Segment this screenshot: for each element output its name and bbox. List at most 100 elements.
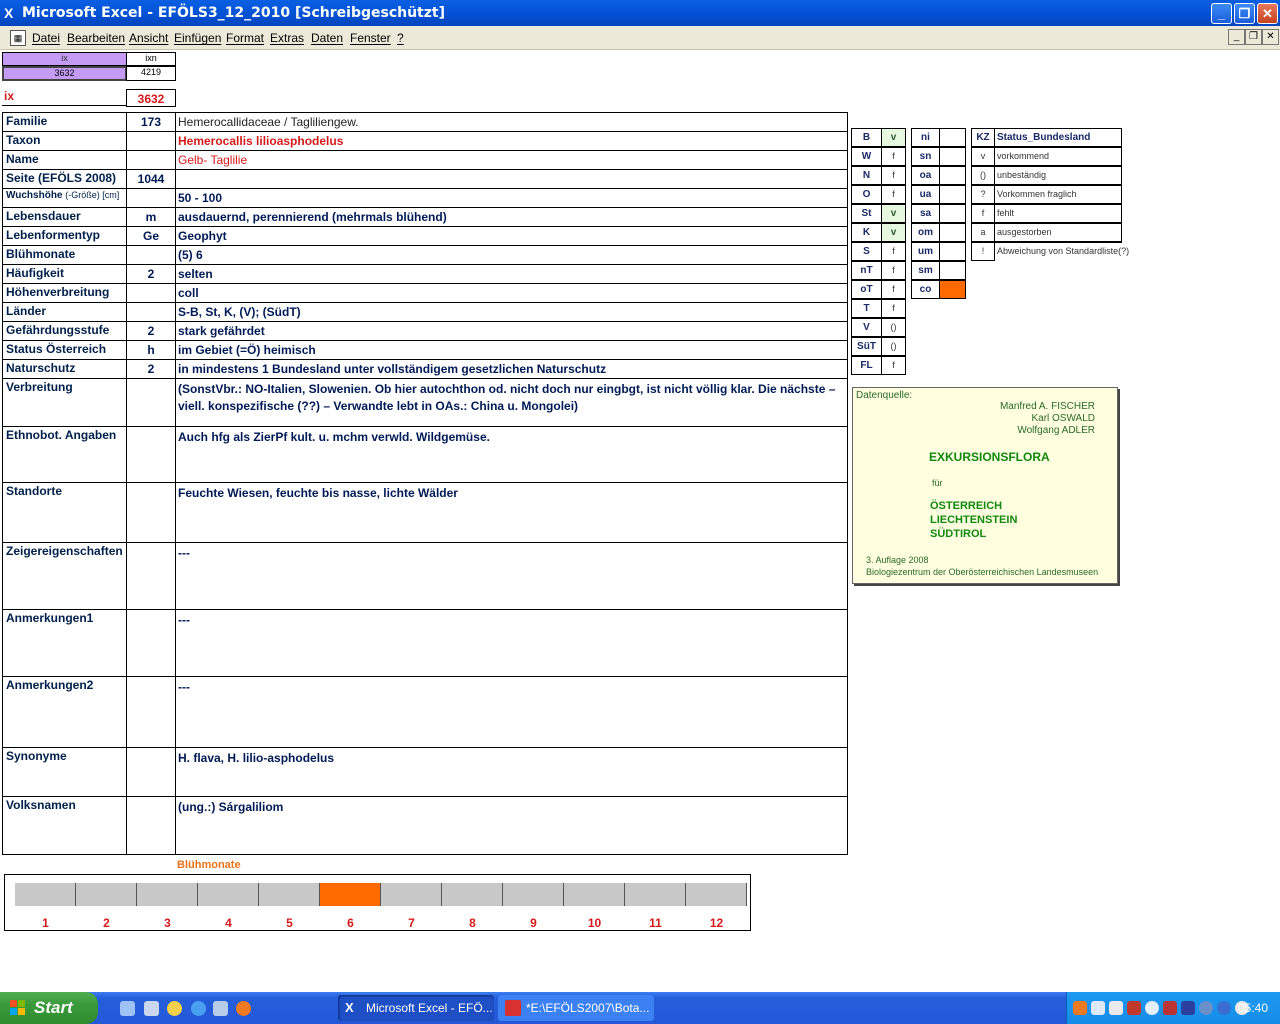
land-status[interactable]: v <box>881 204 906 223</box>
row-code[interactable] <box>126 426 176 483</box>
hoehe-value[interactable] <box>939 280 966 299</box>
row-value[interactable]: Feuchte Wiesen, feuchte bis nasse, licht… <box>175 482 848 543</box>
row-value[interactable]: Gelb- Taglilie <box>175 150 848 170</box>
land-code[interactable]: oT <box>851 280 882 299</box>
row-code[interactable] <box>126 609 176 677</box>
row-label[interactable]: Gefährdungsstufe <box>2 321 127 341</box>
hoehe-value[interactable] <box>939 185 966 204</box>
land-code[interactable]: S <box>851 242 882 261</box>
row-label[interactable]: Naturschutz <box>2 359 127 379</box>
land-code[interactable]: FL <box>851 356 882 375</box>
doc-restore-button[interactable]: ❐ <box>1245 29 1262 45</box>
row-code[interactable] <box>126 150 176 170</box>
menu-daten[interactable]: Daten <box>311 31 343 45</box>
land-code[interactable]: T <box>851 299 882 318</box>
menu-datei[interactable]: Datei <box>32 31 60 45</box>
row-label[interactable]: Länder <box>2 302 127 322</box>
tray-network-icon[interactable] <box>1091 1001 1105 1015</box>
row-label[interactable]: Verbreitung <box>2 378 127 427</box>
land-code[interactable]: O <box>851 185 882 204</box>
land-status[interactable]: () <box>881 337 906 356</box>
hoehe-value[interactable] <box>939 128 966 147</box>
hoehe-code[interactable]: um <box>911 242 940 261</box>
land-code[interactable]: B <box>851 128 882 147</box>
hoehe-code[interactable]: ni <box>911 128 940 147</box>
row-code[interactable]: 2 <box>126 264 176 284</box>
task-editor[interactable]: *E:\EFÖLS2007\Bota... <box>498 995 654 1021</box>
tray-info-icon[interactable] <box>1217 1001 1231 1015</box>
row-value[interactable]: coll <box>175 283 848 303</box>
row-code[interactable] <box>126 747 176 797</box>
land-status[interactable]: f <box>881 242 906 261</box>
row-value[interactable] <box>175 169 848 189</box>
hoehe-value[interactable] <box>939 261 966 280</box>
hoehe-code[interactable]: oa <box>911 166 940 185</box>
menu-extras[interactable]: Extras <box>270 31 304 45</box>
land-status[interactable]: () <box>881 318 906 337</box>
workbook-icon[interactable]: ▦ <box>10 30 26 46</box>
row-label[interactable]: Blühmonate <box>2 245 127 265</box>
doc-minimize-button[interactable]: _ <box>1228 29 1245 45</box>
start-button[interactable]: Start <box>0 992 98 1024</box>
row-code[interactable] <box>126 188 176 208</box>
row-value[interactable]: im Gebiet (=Ö) heimisch <box>175 340 848 360</box>
land-status[interactable]: f <box>881 185 906 204</box>
row-code[interactable] <box>126 796 176 855</box>
task-excel[interactable]: X Microsoft Excel - EFÖ... <box>338 995 494 1021</box>
tray-shield-icon[interactable] <box>1181 1001 1195 1015</box>
row-label[interactable]: Volksnamen <box>2 796 127 855</box>
land-code[interactable]: St <box>851 204 882 223</box>
quicklaunch-app-icon[interactable] <box>144 1001 159 1016</box>
tray-volume-icon[interactable] <box>1109 1001 1123 1015</box>
hoehe-code[interactable]: ua <box>911 185 940 204</box>
hoehe-value[interactable] <box>939 166 966 185</box>
row-label[interactable]: Anmerkungen1 <box>2 609 127 677</box>
quicklaunch-app-icon[interactable] <box>120 1001 135 1016</box>
row-code[interactable] <box>126 676 176 748</box>
row-label[interactable]: Wuchshöhe (-Größe) [cm] <box>2 188 127 208</box>
row-code[interactable] <box>126 378 176 427</box>
menu-ansicht[interactable]: Ansicht <box>129 31 168 45</box>
land-status[interactable]: f <box>881 261 906 280</box>
row-label[interactable]: Häufigkeit <box>2 264 127 284</box>
land-status[interactable]: v <box>881 223 906 242</box>
row-label[interactable]: Höhenverbreitung <box>2 283 127 303</box>
tray-update-icon[interactable] <box>1199 1001 1213 1015</box>
quicklaunch-firefox-icon[interactable] <box>236 1001 251 1016</box>
row-label[interactable]: Zeigereigenschaften <box>2 542 127 610</box>
land-code[interactable]: nT <box>851 261 882 280</box>
row-label[interactable]: Lebenformentyp <box>2 226 127 246</box>
ix-value-cell[interactable]: 3632 <box>2 66 127 81</box>
row-label[interactable]: Status Österreich <box>2 340 127 360</box>
land-code[interactable]: N <box>851 166 882 185</box>
row-value[interactable]: --- <box>175 542 848 610</box>
row-code[interactable]: 2 <box>126 321 176 341</box>
row-value[interactable]: Hemerocallidaceae / Tagliliengew. <box>175 112 848 132</box>
row-value[interactable]: (5) 6 <box>175 245 848 265</box>
land-code[interactable]: V <box>851 318 882 337</box>
row-label[interactable]: Anmerkungen2 <box>2 676 127 748</box>
hoehe-value[interactable] <box>939 204 966 223</box>
row-value[interactable]: 50 - 100 <box>175 188 848 208</box>
row-code[interactable]: h <box>126 340 176 360</box>
menu-help[interactable]: ? <box>397 31 404 45</box>
row-value[interactable]: ausdauernd, perennierend (mehrmals blühe… <box>175 207 848 227</box>
hoehe-value[interactable] <box>939 147 966 166</box>
land-code[interactable]: SüT <box>851 337 882 356</box>
row-label[interactable]: Taxon <box>2 131 127 151</box>
hoehe-code[interactable]: sm <box>911 261 940 280</box>
row-value[interactable]: in mindestens 1 Bundesland unter vollstä… <box>175 359 848 379</box>
row-label[interactable]: Standorte <box>2 482 127 543</box>
row-value[interactable]: S-B, St, K, (V); (SüdT) <box>175 302 848 322</box>
row-code[interactable] <box>126 131 176 151</box>
row-value[interactable]: selten <box>175 264 848 284</box>
row-code[interactable] <box>126 482 176 543</box>
quicklaunch-desktop-icon[interactable] <box>213 1001 228 1016</box>
ix-header-cell[interactable]: ix <box>2 52 127 66</box>
tray-search-icon[interactable] <box>1145 1001 1159 1015</box>
row-code[interactable]: 2 <box>126 359 176 379</box>
row-code[interactable]: Ge <box>126 226 176 246</box>
land-code[interactable]: K <box>851 223 882 242</box>
restore-button[interactable]: ❐ <box>1234 3 1255 24</box>
ixn-value-cell[interactable]: 4219 <box>126 66 176 81</box>
